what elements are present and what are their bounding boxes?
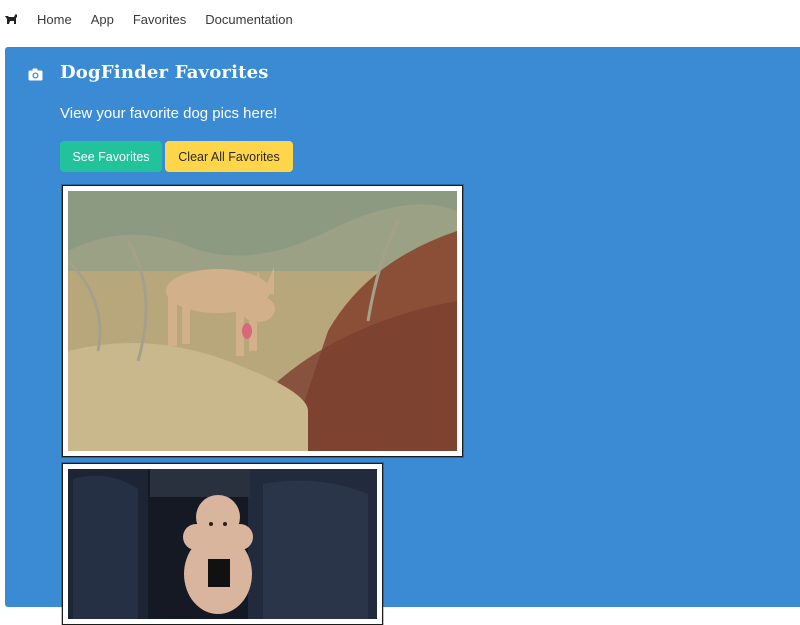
- page-title: DogFinder Favorites: [60, 62, 269, 83]
- nav-documentation-link[interactable]: Documentation: [205, 12, 292, 27]
- nav-app-link[interactable]: App: [91, 12, 114, 27]
- nav-home-link[interactable]: Home: [37, 12, 72, 27]
- clear-all-favorites-button[interactable]: Clear All Favorites: [165, 141, 293, 172]
- favorite-photo-card[interactable]: [62, 463, 383, 625]
- nav-favorites-link[interactable]: Favorites: [133, 12, 186, 27]
- top-navbar: Home App Favorites Documentation: [0, 0, 800, 38]
- see-favorites-button[interactable]: See Favorites: [60, 141, 162, 172]
- favorite-photo-card[interactable]: [62, 185, 463, 457]
- dingo-in-grass-photo: [68, 191, 457, 451]
- camera-icon: [28, 68, 43, 81]
- dog-icon[interactable]: [4, 12, 18, 26]
- favorites-panel: DogFinder Favorites View your favorite d…: [5, 47, 800, 625]
- page-subtitle: View your favorite dog pics here!: [60, 105, 278, 122]
- poodle-in-car-seat-photo: [68, 469, 377, 619]
